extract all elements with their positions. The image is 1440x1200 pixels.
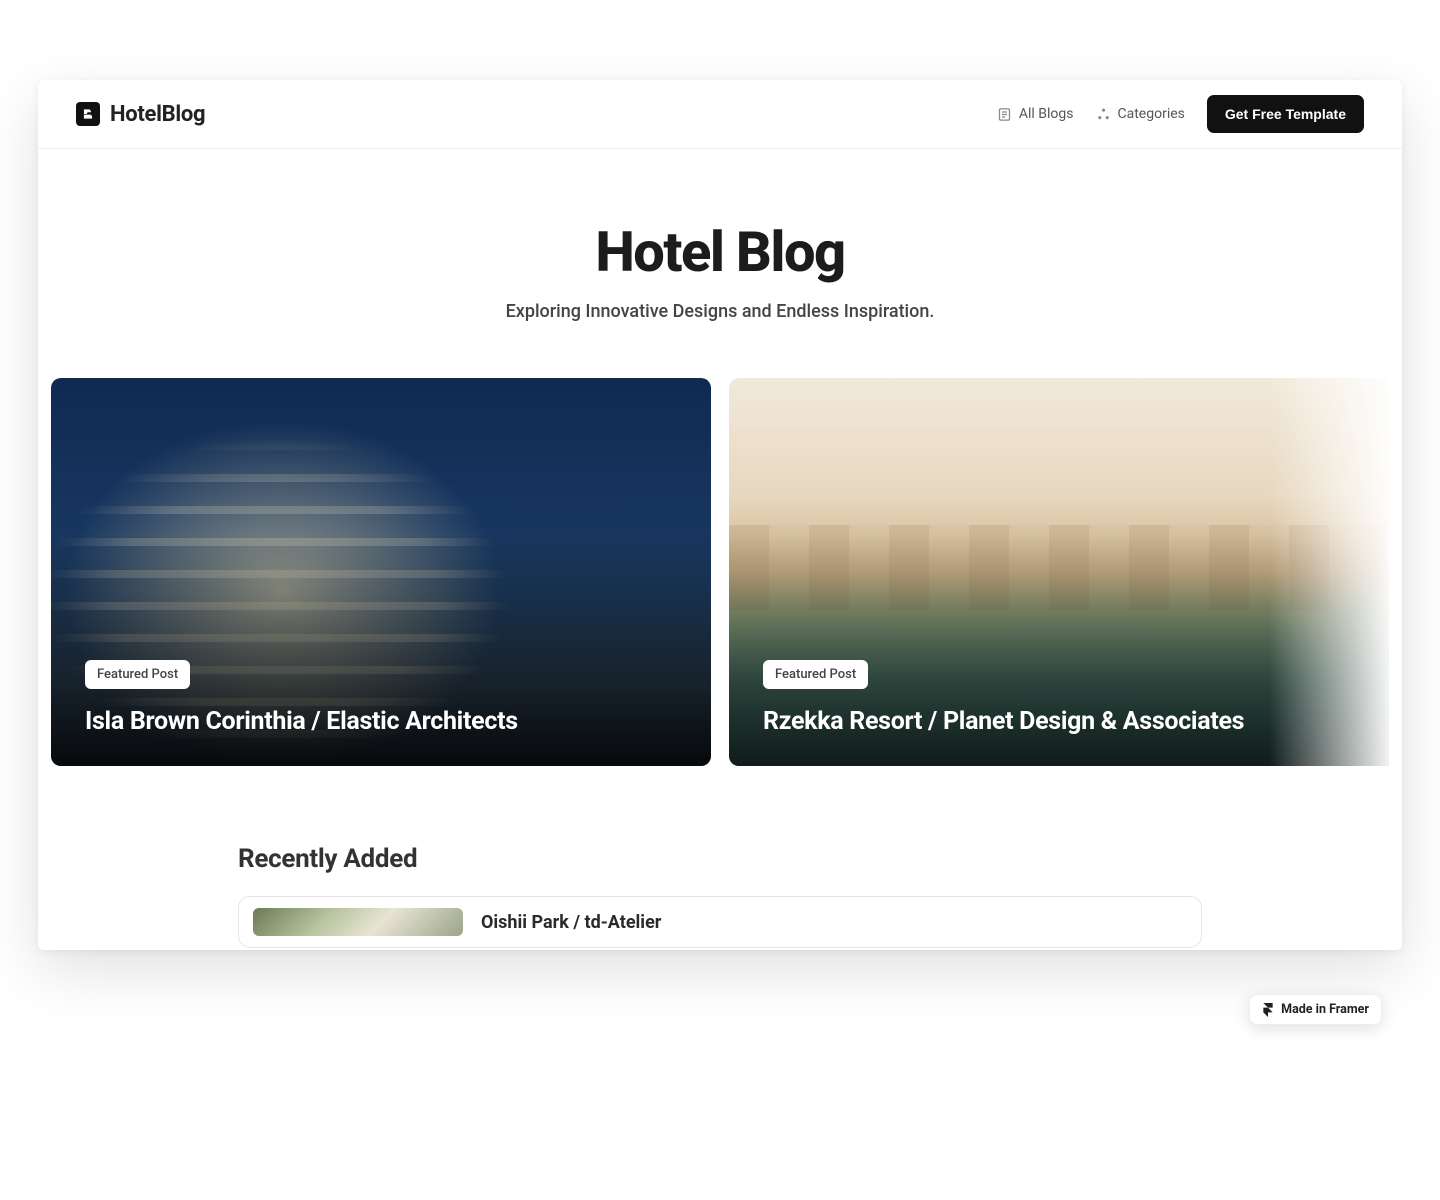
framer-badge-label: Made in Framer: [1281, 1002, 1369, 1017]
brand-link[interactable]: HotelBlog: [76, 102, 205, 127]
recent-post-thumbnail: [253, 908, 463, 936]
featured-badge: Featured Post: [763, 660, 868, 689]
recent-post-card[interactable]: Oishii Park / td-Atelier: [238, 896, 1202, 948]
nav-label: All Blogs: [1019, 106, 1074, 122]
primary-nav: All Blogs Categories Get Free Template: [997, 95, 1364, 133]
featured-posts-row: Featured Post Isla Brown Corinthia / Ela…: [38, 378, 1402, 766]
page-title: Hotel Blog: [38, 219, 1402, 285]
framer-logo-icon: [1262, 1003, 1274, 1017]
page-subtitle: Exploring Innovative Designs and Endless…: [38, 301, 1402, 322]
nav-label: Categories: [1118, 106, 1185, 122]
recently-added-heading: Recently Added: [238, 844, 1202, 874]
site-header: HotelBlog All Blogs Categories Get Free …: [38, 80, 1402, 149]
featured-post-card[interactable]: Featured Post Isla Brown Corinthia / Ela…: [51, 378, 711, 766]
recent-post-title: Oishii Park / td-Atelier: [481, 912, 661, 933]
categories-icon: [1096, 107, 1111, 122]
nav-link-categories[interactable]: Categories: [1096, 106, 1185, 122]
made-in-framer-badge[interactable]: Made in Framer: [1249, 994, 1382, 1025]
featured-post-title: Rzekka Resort / Planet Design & Associat…: [763, 707, 1355, 736]
site-preview-card: HotelBlog All Blogs Categories Get Free …: [38, 80, 1402, 950]
recently-added-section: Recently Added Oishii Park / td-Atelier: [38, 766, 1402, 948]
brand-logo-icon: [76, 102, 100, 126]
featured-post-card[interactable]: Featured Post Rzekka Resort / Planet Des…: [729, 378, 1389, 766]
brand-name: HotelBlog: [110, 102, 205, 127]
document-icon: [997, 107, 1012, 122]
featured-badge: Featured Post: [85, 660, 190, 689]
nav-link-all-blogs[interactable]: All Blogs: [997, 106, 1074, 122]
hero-section: Hotel Blog Exploring Innovative Designs …: [38, 149, 1402, 378]
featured-post-title: Isla Brown Corinthia / Elastic Architect…: [85, 707, 677, 736]
get-template-button[interactable]: Get Free Template: [1207, 95, 1364, 133]
